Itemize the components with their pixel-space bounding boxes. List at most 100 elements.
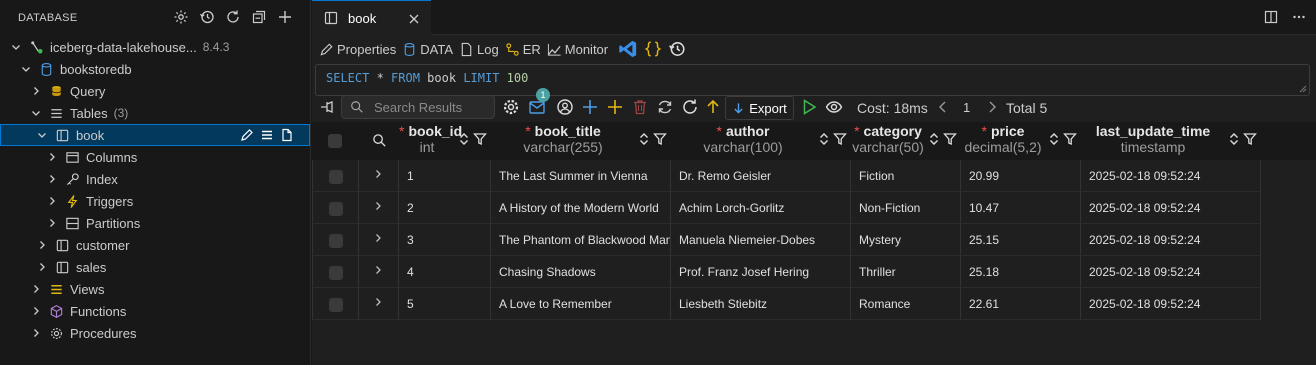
chevron-right-icon[interactable]: [44, 171, 60, 187]
tree-table-sales[interactable]: sales: [0, 256, 310, 278]
cell-category[interactable]: Fiction: [851, 160, 961, 192]
chevron-right-icon[interactable]: [372, 296, 384, 308]
cell-price[interactable]: 10.47: [961, 192, 1081, 224]
sync-icon[interactable]: [656, 98, 674, 119]
history-icon[interactable]: [198, 8, 216, 26]
add-row-icon[interactable]: [581, 98, 599, 119]
tree-query[interactable]: Query: [0, 80, 310, 102]
er-button[interactable]: ER: [502, 37, 544, 61]
column-header-price[interactable]: * price decimal(5,2): [961, 122, 1081, 160]
cell-category[interactable]: Romance: [851, 288, 961, 320]
cell-book-title[interactable]: A Love to Remember: [491, 288, 671, 320]
chevron-down-icon[interactable]: [28, 105, 44, 121]
row-expand-cell[interactable]: [359, 256, 399, 288]
tree-partitions[interactable]: Partitions: [0, 212, 310, 234]
chevron-right-icon[interactable]: [372, 264, 384, 276]
cell-book-id[interactable]: 5: [399, 288, 491, 320]
sql-editor[interactable]: SELECT * FROM book LIMIT 100: [315, 64, 1310, 96]
select-all-checkbox[interactable]: [328, 134, 342, 148]
sort-icon[interactable]: [927, 132, 941, 146]
cell-price[interactable]: 25.18: [961, 256, 1081, 288]
filter-icon[interactable]: [653, 132, 667, 146]
cell-category[interactable]: Non-Fiction: [851, 192, 961, 224]
row-expand-cell[interactable]: [359, 224, 399, 256]
chevron-right-icon[interactable]: [44, 215, 60, 231]
sort-icon[interactable]: [1047, 132, 1061, 146]
collapse-all-icon[interactable]: [250, 8, 268, 26]
table-row[interactable]: 4 Chasing Shadows Prof. Franz Josef Hering…: [312, 256, 1261, 288]
tree-views[interactable]: Views: [0, 278, 310, 300]
column-header-book-title[interactable]: * book_title varchar(255): [491, 122, 671, 160]
cell-price[interactable]: 25.15: [961, 224, 1081, 256]
cell-book-id[interactable]: 2: [399, 192, 491, 224]
cell-book-title[interactable]: The Phantom of Blackwood Manor: [491, 224, 671, 256]
chevron-right-icon[interactable]: [44, 149, 60, 165]
tree-connection[interactable]: iceberg-data-lakehouse... 8.4.3: [0, 36, 310, 58]
row-checkbox[interactable]: [329, 298, 343, 312]
chevron-right-icon[interactable]: [34, 237, 50, 253]
chevron-right-icon[interactable]: [44, 193, 60, 209]
arrow-up-icon[interactable]: [704, 98, 722, 119]
tab-book[interactable]: book: [312, 0, 431, 35]
tree-index[interactable]: Index: [0, 168, 310, 190]
chevron-right-icon[interactable]: [28, 83, 44, 99]
cell-last-update-time[interactable]: 2025-02-18 09:52:24: [1081, 192, 1261, 224]
row-select-cell[interactable]: [312, 192, 359, 224]
settings-icon[interactable]: [172, 8, 190, 26]
row-expand-cell[interactable]: [359, 192, 399, 224]
column-header-book-id[interactable]: * book_id int: [399, 122, 491, 160]
row-select-cell[interactable]: [312, 256, 359, 288]
next-page-icon[interactable]: [983, 98, 1001, 119]
cell-author[interactable]: Prof. Franz Josef Hering: [671, 256, 851, 288]
column-header-last-update-time[interactable]: last_update_time timestamp: [1081, 122, 1261, 160]
tree-table-book[interactable]: book: [0, 124, 310, 146]
tree-triggers[interactable]: Triggers: [0, 190, 310, 212]
row-checkbox[interactable]: [329, 202, 343, 216]
prev-page-icon[interactable]: [934, 98, 952, 119]
row-select-cell[interactable]: [312, 224, 359, 256]
properties-button[interactable]: Properties: [316, 37, 399, 61]
refresh-icon[interactable]: [224, 8, 242, 26]
chevron-right-icon[interactable]: [372, 168, 384, 180]
table-row[interactable]: 3 The Phantom of Blackwood Manor Manuela N…: [312, 224, 1261, 256]
vscode-icon-button[interactable]: [615, 37, 641, 61]
cell-author[interactable]: Liesbeth Stiebitz: [671, 288, 851, 320]
cell-book-title[interactable]: Chasing Shadows: [491, 256, 671, 288]
trash-icon[interactable]: [631, 98, 649, 119]
filter-icon[interactable]: [1063, 132, 1077, 146]
row-select-cell[interactable]: [312, 160, 359, 192]
cell-book-id[interactable]: 3: [399, 224, 491, 256]
column-header-category[interactable]: * category varchar(50): [851, 122, 961, 160]
search-column-cell[interactable]: [359, 122, 399, 160]
row-checkbox[interactable]: [329, 266, 343, 280]
chevron-down-icon[interactable]: [18, 61, 34, 77]
tree-functions[interactable]: Functions: [0, 300, 310, 322]
cell-last-update-time[interactable]: 2025-02-18 09:52:24: [1081, 160, 1261, 192]
sort-icon[interactable]: [1227, 132, 1241, 146]
chevron-right-icon[interactable]: [372, 200, 384, 212]
cell-last-update-time[interactable]: 2025-02-18 09:52:24: [1081, 288, 1261, 320]
list-icon[interactable]: [260, 127, 274, 143]
eye-icon[interactable]: [825, 98, 843, 119]
settings-gear-icon[interactable]: [502, 98, 520, 119]
row-select-cell[interactable]: [312, 288, 359, 320]
table-row[interactable]: 1 The Last Summer in Vienna Dr. Remo Geisl…: [312, 160, 1261, 192]
edit-icon[interactable]: [240, 127, 254, 143]
cell-category[interactable]: Mystery: [851, 224, 961, 256]
data-button[interactable]: DATA: [399, 37, 456, 61]
cell-book-title[interactable]: A History of the Modern World: [491, 192, 671, 224]
chevron-right-icon[interactable]: [28, 303, 44, 319]
tree-database[interactable]: bookstoredb: [0, 58, 310, 80]
filter-icon[interactable]: [473, 132, 487, 146]
export-button[interactable]: Export: [725, 96, 794, 120]
column-header-author[interactable]: * author varchar(100): [671, 122, 851, 160]
new-file-icon[interactable]: [280, 127, 294, 143]
table-row[interactable]: 2A History of the Modern World Achim Lorc…: [312, 192, 1261, 224]
filter-icon[interactable]: [943, 132, 957, 146]
chevron-right-icon[interactable]: [372, 232, 384, 244]
add-connection-icon[interactable]: [276, 8, 294, 26]
filter-icon[interactable]: [1243, 132, 1257, 146]
select-all-cell[interactable]: [312, 122, 359, 160]
log-button[interactable]: Log: [456, 37, 502, 61]
sort-icon[interactable]: [817, 132, 831, 146]
